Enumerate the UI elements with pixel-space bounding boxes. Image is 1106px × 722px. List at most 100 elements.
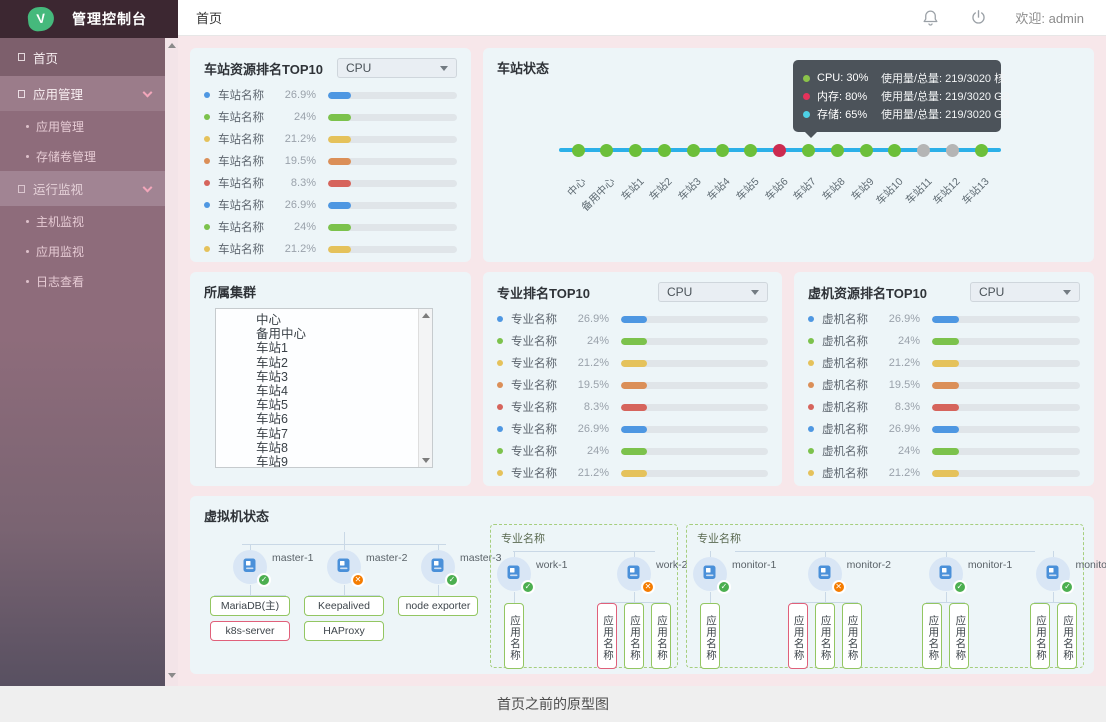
station-dot[interactable] (687, 144, 700, 157)
rank-bar-fill (932, 470, 959, 477)
rank-bar-fill (328, 224, 351, 231)
series-dot-icon (808, 426, 814, 432)
station-dot[interactable] (600, 144, 613, 157)
rank-bar (328, 136, 457, 143)
sidebar-item-4[interactable]: 运行监视 (0, 171, 165, 206)
menu-folder-icon (18, 90, 25, 98)
scroll-down-icon[interactable] (422, 458, 430, 463)
vm-node-work-1: ✓work-1应用名称 (497, 551, 531, 669)
rank-item-value: 8.3% (567, 401, 609, 413)
chevron-down-icon (1063, 290, 1071, 295)
series-dot-icon (808, 448, 814, 454)
station-dot[interactable] (802, 144, 815, 157)
cluster-list-item[interactable]: 车站2 (256, 356, 432, 370)
sidebar-item-6[interactable]: 应用监视 (0, 236, 165, 266)
cluster-list-item[interactable]: 备用中心 (256, 327, 432, 341)
status-ok-icon: ✓ (521, 580, 535, 594)
scroll-up-icon[interactable] (422, 313, 430, 318)
sidebar-menu: 首页应用管理应用管理存储卷管理运行监视主机监视应用监视日志查看 (0, 38, 165, 296)
caption-text: 首页之前的原型图 (497, 694, 609, 714)
server-icon[interactable]: ✕ (617, 557, 651, 591)
server-icon[interactable]: ✓ (1036, 557, 1070, 591)
vm-apps: KeepalivedHAProxy (304, 596, 384, 641)
station-dot[interactable] (917, 144, 930, 157)
sidebar-item-5[interactable]: 主机监视 (0, 206, 165, 236)
station-dot[interactable] (946, 144, 959, 157)
vm-apps: 应用名称应用名称 (922, 603, 969, 669)
rank-item-value: 26.9% (274, 89, 316, 101)
rank-item-name: 虚机名称 (822, 355, 878, 371)
rank-bar-fill (328, 92, 351, 99)
rank-bar (328, 224, 457, 231)
rank-bar (621, 360, 768, 367)
cluster-list-item[interactable]: 车站9 (256, 455, 432, 468)
station-dot[interactable] (572, 144, 585, 157)
rank-item-name: 虚机名称 (822, 399, 878, 415)
rank-bar-fill (328, 136, 351, 143)
series-dot-icon (204, 224, 210, 230)
app-title: 管理控制台 (72, 9, 147, 29)
metric-dropdown[interactable]: CPU (337, 58, 457, 78)
station-dot[interactable] (860, 144, 873, 157)
station-dot[interactable] (888, 144, 901, 157)
rank-bar (932, 316, 1080, 323)
station-dot[interactable] (716, 144, 729, 157)
station-dot[interactable] (975, 144, 988, 157)
sidebar-scrollbar[interactable] (165, 38, 178, 686)
cluster-list-item[interactable]: 车站5 (256, 398, 432, 412)
power-icon[interactable] (967, 7, 989, 29)
station-dot[interactable] (658, 144, 671, 157)
cluster-list-item[interactable]: 中心 (256, 313, 432, 327)
scroll-up-icon[interactable] (168, 43, 176, 48)
server-icon[interactable]: ✓ (929, 557, 963, 591)
rank-bar (932, 338, 1080, 345)
rank-item-name: 车站名称 (218, 87, 274, 103)
scroll-down-icon[interactable] (168, 673, 176, 678)
station-dot[interactable] (629, 144, 642, 157)
notification-bell-icon[interactable] (919, 7, 941, 29)
app-status-box: 应用名称 (815, 603, 835, 669)
metric-dropdown[interactable]: CPU (658, 282, 768, 302)
cluster-list-item[interactable]: 车站8 (256, 441, 432, 455)
cluster-list-item[interactable]: 车站6 (256, 412, 432, 426)
server-icon[interactable]: ✓ (421, 550, 455, 584)
tooltip-detail: 使用量/总量: 219/3020 核 (881, 70, 1005, 86)
series-dot-icon (204, 202, 210, 208)
server-icon[interactable]: ✕ (327, 550, 361, 584)
sidebar-item-3[interactable]: 存储卷管理 (0, 141, 165, 171)
welcome-text: 欢迎: admin (1015, 8, 1084, 27)
dashboard: 车站资源排名TOP10 CPU 车站名称26.9%车站名称24%车站名称21.2… (178, 36, 1106, 686)
breadcrumb[interactable]: 首页 (196, 8, 222, 27)
cluster-list-item[interactable]: 车站1 (256, 341, 432, 355)
rank-item-name: 虚机名称 (822, 333, 878, 349)
station-dot[interactable] (831, 144, 844, 157)
cluster-listbox[interactable]: 中心备用中心车站1车站2车站3车站4车站5车站6车站7车站8车站9 (215, 308, 433, 468)
server-icon[interactable]: ✕ (808, 557, 842, 591)
station-dot[interactable] (773, 144, 786, 157)
series-dot-icon (204, 158, 210, 164)
cluster-list-item[interactable]: 车站7 (256, 427, 432, 441)
server-icon[interactable]: ✓ (693, 557, 727, 591)
metric-dropdown[interactable]: CPU (970, 282, 1080, 302)
rank-item-value: 26.9% (567, 423, 609, 435)
sidebar-item-2[interactable]: 应用管理 (0, 111, 165, 141)
server-icon[interactable]: ✓ (233, 550, 267, 584)
status-ok-icon: ✓ (445, 573, 459, 587)
vm-node-master-3: ✓master-3node exporter (398, 544, 478, 641)
rank-bar-fill (621, 338, 647, 345)
sidebar-item-7[interactable]: 日志查看 (0, 266, 165, 296)
server-icon[interactable]: ✓ (497, 557, 531, 591)
station-dot[interactable] (744, 144, 757, 157)
cluster-list-item[interactable]: 车站3 (256, 370, 432, 384)
panel-vm-status: 虚拟机状态 ✓master-1MariaDB(主)k8s-server✕mast… (190, 496, 1094, 674)
rank-item-value: 21.2% (567, 467, 609, 479)
tooltip-detail: 使用量/总量: 219/3020 GB (881, 88, 1010, 104)
sidebar-item-label: 应用管理 (36, 118, 84, 135)
rank-bar (621, 448, 768, 455)
sidebar-item-1[interactable]: 应用管理 (0, 76, 165, 111)
panel-station-rank: 车站资源排名TOP10 CPU 车站名称26.9%车站名称24%车站名称21.2… (190, 48, 471, 262)
rank-item-value: 24% (274, 221, 316, 233)
sidebar-item-0[interactable]: 首页 (0, 38, 165, 76)
cluster-list-item[interactable]: 车站4 (256, 384, 432, 398)
listbox-scrollbar[interactable] (418, 309, 432, 467)
